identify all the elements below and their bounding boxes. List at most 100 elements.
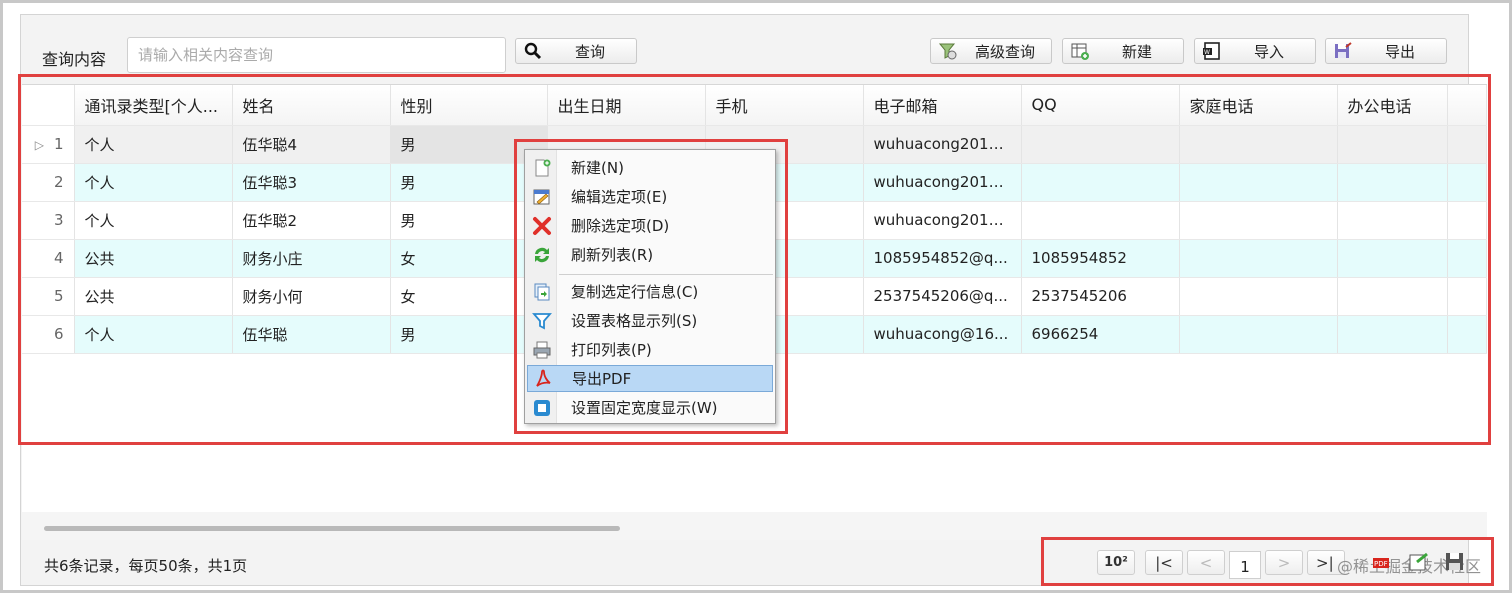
prev-page-button[interactable]: < [1187,550,1225,575]
table-cell-filler [1447,239,1487,278]
row-number: ▷ 1 [22,125,75,164]
row-number-label: 5 [53,287,64,305]
column-header[interactable]: 通讯录类型[个人... [74,85,233,126]
table-cell[interactable]: 1085954852@q... [863,239,1022,278]
table-cell[interactable] [1337,239,1448,278]
advanced-search-button[interactable]: 高级查询 [930,38,1052,64]
menu-item-edit[interactable]: 编辑选定项(E) [527,183,773,210]
menu-item-copy-row[interactable]: 复制选定行信息(C) [527,278,773,305]
table-cell[interactable] [1179,277,1338,316]
table-cell[interactable]: wuhuacong2012... [863,201,1022,240]
column-header[interactable]: 性别 [390,85,548,126]
table-cell-filler [1447,315,1487,354]
row-number: 3 [22,201,75,240]
table-cell[interactable] [1179,201,1338,240]
search-label: 查询内容 [42,50,107,69]
first-page-button[interactable]: |< [1145,550,1183,575]
table-cell[interactable]: 个人 [74,201,233,240]
menu-item-label: 设置固定宽度显示(W) [571,399,718,417]
table-cell-filler [1447,201,1487,240]
table-cell[interactable]: 个人 [74,315,233,354]
next-page-button[interactable]: > [1265,550,1303,575]
current-row-indicator-icon: ▷ [34,138,44,152]
table-cell[interactable] [1021,201,1180,240]
table-cell[interactable]: 6966254 [1021,315,1180,354]
table-cell[interactable]: 公共 [74,277,233,316]
column-header[interactable]: 电子邮箱 [863,85,1022,126]
table-cell[interactable]: wuhuacong@16... [863,315,1022,354]
search-input[interactable] [127,37,506,73]
table-cell[interactable]: 2537545206@q... [863,277,1022,316]
table-cell[interactable] [1179,163,1338,202]
table-cell[interactable]: 2537545206 [1021,277,1180,316]
table-cell[interactable] [1021,163,1180,202]
menu-item-label: 设置表格显示列(S) [571,312,698,330]
table-cell[interactable]: 公共 [74,239,233,278]
export-pdf-small-icon[interactable]: PDF [1371,552,1393,574]
menu-item-print[interactable]: 打印列表(P) [527,336,773,363]
table-cell[interactable]: 伍华聪 [232,315,391,354]
table-cell[interactable]: 个人 [74,125,233,164]
first-page-label: |< [1155,553,1173,572]
table-cell[interactable] [1337,277,1448,316]
menu-item-fixed-width[interactable]: 设置固定宽度显示(W) [527,394,773,421]
table-cell[interactable] [1337,315,1448,354]
export-button-label: 导出 [1384,42,1415,61]
menu-item-label: 复制选定行信息(C) [571,283,699,301]
table-cell[interactable]: 财务小庄 [232,239,391,278]
table-cell[interactable]: 伍华聪4 [232,125,391,164]
current-page-input[interactable]: 1 [1229,551,1261,579]
table-cell[interactable]: 个人 [74,163,233,202]
table-cell[interactable]: 1085954852 [1021,239,1180,278]
table-cell[interactable]: 伍华聪3 [232,163,391,202]
delete-icon [529,215,555,237]
row-number-label: 3 [53,211,64,229]
table-cell[interactable] [1179,239,1338,278]
table-cell-filler [1447,277,1487,316]
column-header-filler [1447,85,1487,126]
table-cell-filler [1447,163,1487,202]
menu-item-new[interactable]: 新建(N) [527,154,773,181]
table-cell[interactable]: wuhuacong2011... [863,163,1022,202]
new-table-icon [1069,40,1091,62]
column-header[interactable]: 办公电话 [1337,85,1448,126]
horizontal-scrollbar-thumb[interactable] [44,526,620,531]
menu-item-delete[interactable]: 删除选定项(D) [527,212,773,239]
column-header[interactable]: QQ [1021,85,1180,126]
table-cell[interactable]: 伍华聪2 [232,201,391,240]
filter-icon [529,310,555,332]
table-cell[interactable] [1179,125,1338,164]
table-cell[interactable] [1337,163,1448,202]
table-cell[interactable] [1021,125,1180,164]
export-button[interactable]: 导出 [1325,38,1447,64]
page-size-button[interactable]: 10² [1097,550,1135,575]
header-row: 通讯录类型[个人... 姓名 性别 出生日期 手机 电子邮箱 QQ 家庭电话 办… [22,85,1487,126]
new-button[interactable]: 新建 [1062,38,1184,64]
menu-item-export-pdf[interactable]: 导出PDF [527,365,773,392]
menu-item-label: 删除选定项(D) [571,217,670,235]
import-button[interactable]: W 导入 [1194,38,1316,64]
menu-item-refresh[interactable]: 刷新列表(R) [527,241,773,268]
export-excel-small-icon[interactable] [1407,550,1431,574]
table-cell[interactable]: wuhuacong2013... [863,125,1022,164]
column-header[interactable]: 家庭电话 [1179,85,1338,126]
save-small-icon[interactable] [1443,550,1467,574]
table-cell[interactable] [1179,315,1338,354]
column-header[interactable]: 姓名 [232,85,391,126]
search-button[interactable]: 查询 [515,38,637,64]
column-header[interactable]: 出生日期 [547,85,706,126]
table-cell[interactable] [1337,125,1448,164]
export-icon [1332,40,1354,62]
menu-item-label: 导出PDF [572,370,632,388]
row-number-label: 1 [53,135,64,153]
row-number: 4 [22,239,75,278]
advanced-search-label: 高级查询 [974,42,1035,61]
column-header[interactable]: 手机 [705,85,864,126]
table-cell[interactable]: 财务小何 [232,277,391,316]
pdf-icon [530,368,556,390]
menu-item-label: 编辑选定项(E) [571,188,668,206]
table-cell[interactable] [1337,201,1448,240]
menu-item-label: 打印列表(P) [571,341,652,359]
menu-item-set-columns[interactable]: 设置表格显示列(S) [527,307,773,334]
table-cell-filler [1447,125,1487,164]
